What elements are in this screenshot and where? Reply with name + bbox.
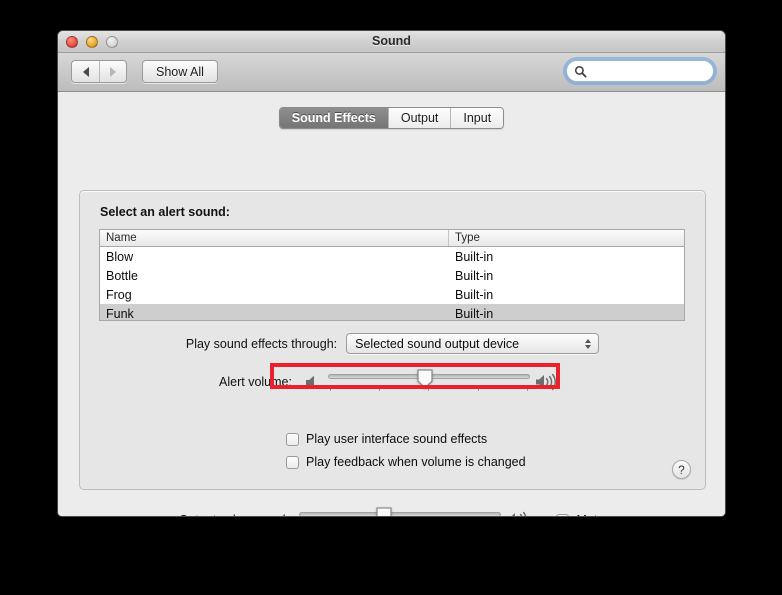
mute-label: Mute xyxy=(576,513,604,516)
cell-name: Funk xyxy=(106,306,134,321)
mute-checkbox[interactable] xyxy=(556,513,570,516)
speaker-quiet-icon xyxy=(282,513,286,516)
back-arrow-icon xyxy=(82,66,89,77)
table-row-selected[interactable]: Funk Built-in xyxy=(100,304,684,321)
alert-volume-label: Alert volume: xyxy=(219,375,292,389)
table-row[interactable]: Blow Built-in xyxy=(100,247,684,266)
window-titlebar: Sound xyxy=(58,31,725,53)
toolbar: Show All xyxy=(58,53,725,92)
show-all-button[interactable]: Show All xyxy=(142,60,218,83)
select-alert-sound-label: Select an alert sound: xyxy=(100,205,230,219)
alert-volume-slider[interactable] xyxy=(327,369,530,395)
forward-button[interactable] xyxy=(99,61,126,82)
output-device-row: Play sound effects through: Selected sou… xyxy=(80,333,705,354)
cell-type: Built-in xyxy=(455,268,494,283)
table-header-row: Name Type xyxy=(100,230,684,247)
checkbox-row-ui-sound-effects[interactable]: Play user interface sound effects xyxy=(286,430,526,448)
volume-feedback-checkbox[interactable] xyxy=(286,455,299,469)
output-device-value: Selected sound output device xyxy=(355,336,520,351)
speaker-quiet-icon xyxy=(305,375,314,389)
cell-name: Bottle xyxy=(106,268,138,283)
volume-feedback-label: Play feedback when volume is changed xyxy=(306,455,526,469)
checkbox-row-volume-feedback[interactable]: Play feedback when volume is changed xyxy=(286,453,526,471)
table-row[interactable]: Bottle Built-in xyxy=(100,266,684,285)
tab-input[interactable]: Input xyxy=(450,108,504,128)
cell-type: Built-in xyxy=(455,287,494,302)
sound-effect-options: Play user interface sound effects Play f… xyxy=(286,430,526,476)
forward-arrow-icon xyxy=(110,66,116,77)
search-field[interactable] xyxy=(566,60,714,82)
screen: Sound Show All Sound Effects Output Inpu… xyxy=(0,0,782,595)
column-header-name[interactable]: Name xyxy=(100,230,449,246)
output-volume-label: Output volume: xyxy=(179,513,264,516)
search-icon xyxy=(574,65,587,78)
chevron-updown-icon xyxy=(585,338,592,349)
cell-type: Built-in xyxy=(455,249,494,264)
tab-bar: Sound Effects Output Input xyxy=(58,107,725,129)
tab-output[interactable]: Output xyxy=(387,108,451,128)
cell-name: Frog xyxy=(106,287,132,302)
ui-sound-effects-label: Play user interface sound effects xyxy=(306,432,488,446)
slider-thumb[interactable] xyxy=(417,369,433,389)
navigation-buttons xyxy=(71,60,127,83)
cell-type: Built-in xyxy=(455,306,494,321)
alert-volume-row: Alert volume: xyxy=(80,369,705,395)
output-device-label: Play sound effects through: xyxy=(185,336,338,351)
search-input[interactable] xyxy=(592,63,704,79)
preferences-content: Sound Effects Output Input Select an ale… xyxy=(58,92,725,516)
column-header-type[interactable]: Type xyxy=(449,230,684,246)
speaker-loud-icon xyxy=(512,511,527,516)
output-volume-row: Output volume: xyxy=(58,507,725,517)
tab-strip: Sound Effects Output Input xyxy=(278,107,505,129)
slider-thumb[interactable] xyxy=(376,507,392,517)
cell-name: Blow xyxy=(106,249,134,264)
tab-sound-effects[interactable]: Sound Effects xyxy=(279,108,388,128)
window-title: Sound xyxy=(372,34,411,48)
sound-preferences-window: Sound Show All Sound Effects Output Inpu… xyxy=(57,30,726,517)
help-button[interactable]: ? xyxy=(672,460,691,479)
sound-effects-panel: Select an alert sound: Name Type Blow Bu… xyxy=(79,190,706,490)
output-device-popup[interactable]: Selected sound output device xyxy=(346,333,600,354)
slider-track[interactable] xyxy=(299,512,502,516)
output-volume-slider[interactable] xyxy=(299,507,502,517)
alert-sound-table[interactable]: Name Type Blow Built-in Bottle Built-in … xyxy=(99,229,685,321)
table-row[interactable]: Frog Built-in xyxy=(100,285,684,304)
ui-sound-effects-checkbox[interactable] xyxy=(286,432,299,446)
search-field-wrapper xyxy=(563,57,717,85)
speaker-loud-icon xyxy=(535,373,556,391)
mute-checkbox-row[interactable]: Mute xyxy=(556,513,604,516)
back-button[interactable] xyxy=(72,61,99,82)
